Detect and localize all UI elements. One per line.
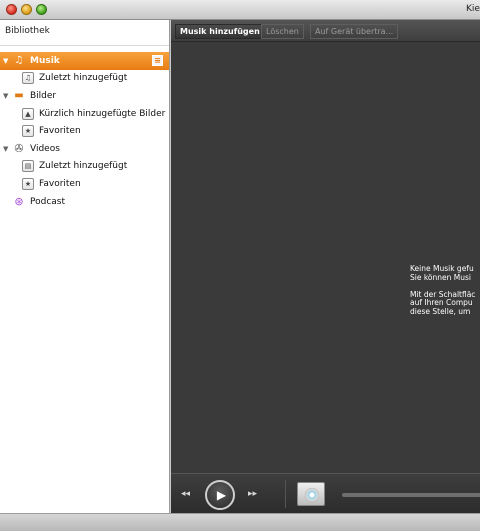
play-button[interactable]: ▶ [205,480,235,510]
title-bar: Kie [0,0,480,20]
sidebar-item-musik-recent[interactable]: ♫ Zuletzt hinzugefügt [0,70,169,88]
star-icon: ★ [22,177,34,190]
sidebar-item-label: Musik [30,55,60,66]
zoom-window-button[interactable] [36,4,47,15]
sidebar-item-bilder[interactable]: ▼ ▬ Bilder [0,87,169,105]
sidebar-item-label: Zuletzt hinzugefügt [39,73,128,84]
delete-button[interactable]: Löschen [261,24,304,39]
pictures-folder-icon: ▬ [14,90,24,102]
sidebar-item-bilder-favorites[interactable]: ★ Favoriten [0,122,169,140]
film-reel-icon: ✇ [14,142,24,156]
player-controls: ◂◂ ▶ ▸▸ [171,473,480,513]
add-playlist-icon[interactable]: ≡ [152,55,163,66]
sidebar-item-label: Favoriten [39,126,81,137]
expand-arrow-icon[interactable]: ▼ [3,145,13,153]
player-divider [285,480,286,508]
transfer-to-device-button[interactable]: Auf Gerät übertra... [310,24,399,39]
content-toolbar: Musik hinzufügen Löschen Auf Gerät übert… [171,20,480,42]
expand-arrow-icon[interactable]: ▼ [3,57,13,65]
music-list-icon: ♫ [22,72,34,85]
now-playing-artwork[interactable] [297,482,325,506]
status-bar [0,513,480,531]
library-tree: ▼ ♫ Musik ≡ ♫ Zuletzt hinzugefügt ▼ ▬ Bi… [0,46,169,210]
message-line: Sie können Musi [410,272,471,282]
sidebar-item-videos-recent[interactable]: ▤ Zuletzt hinzugefügt [0,158,169,176]
sidebar-item-podcast[interactable]: ⊛ Podcast [0,193,169,211]
expand-arrow-icon[interactable]: ▼ [3,92,13,100]
image-list-icon: ▲ [22,107,34,120]
message-line: diese Stelle, um [410,306,471,316]
progress-track[interactable] [342,493,480,497]
sidebar-item-bilder-recent[interactable]: ▲ Kürzlich hinzugefügte Bilder [0,105,169,123]
music-note-icon: ♫ [14,55,24,67]
sidebar-item-musik[interactable]: ▼ ♫ Musik ≡ [0,52,169,70]
close-window-button[interactable] [6,4,17,15]
sidebar-item-videos-favorites[interactable]: ★ Favoriten [0,175,169,193]
sidebar-item-label: Podcast [30,196,66,207]
window-title: Kie [466,4,480,14]
sidebar-item-label: Videos [30,143,60,154]
content-area: Musik hinzufügen Löschen Auf Gerät übert… [171,20,480,473]
sidebar-item-label: Favoriten [39,178,81,189]
video-list-icon: ▤ [22,160,34,173]
star-icon: ★ [22,125,34,138]
sidebar-item-videos[interactable]: ▼ ✇ Videos [0,140,169,158]
sidebar-item-label: Zuletzt hinzugefügt [39,161,128,172]
minimize-window-button[interactable] [21,4,32,15]
sidebar-item-label: Bilder [30,90,57,101]
fast-forward-button[interactable]: ▸▸ [248,489,257,499]
empty-library-message: Keine Musik gefu Sie können Musi Mit der… [410,264,475,317]
library-header: Bibliothek [0,20,169,46]
cd-icon [305,488,319,502]
podcast-icon: ⊛ [14,195,24,209]
rewind-button[interactable]: ◂◂ [181,489,190,499]
add-music-button[interactable]: Musik hinzufügen [175,24,265,39]
library-sidebar: Bibliothek ▼ ♫ Musik ≡ ♫ Zuletzt hinzuge… [0,20,170,513]
sidebar-item-label: Kürzlich hinzugefügte Bilder [39,108,166,119]
